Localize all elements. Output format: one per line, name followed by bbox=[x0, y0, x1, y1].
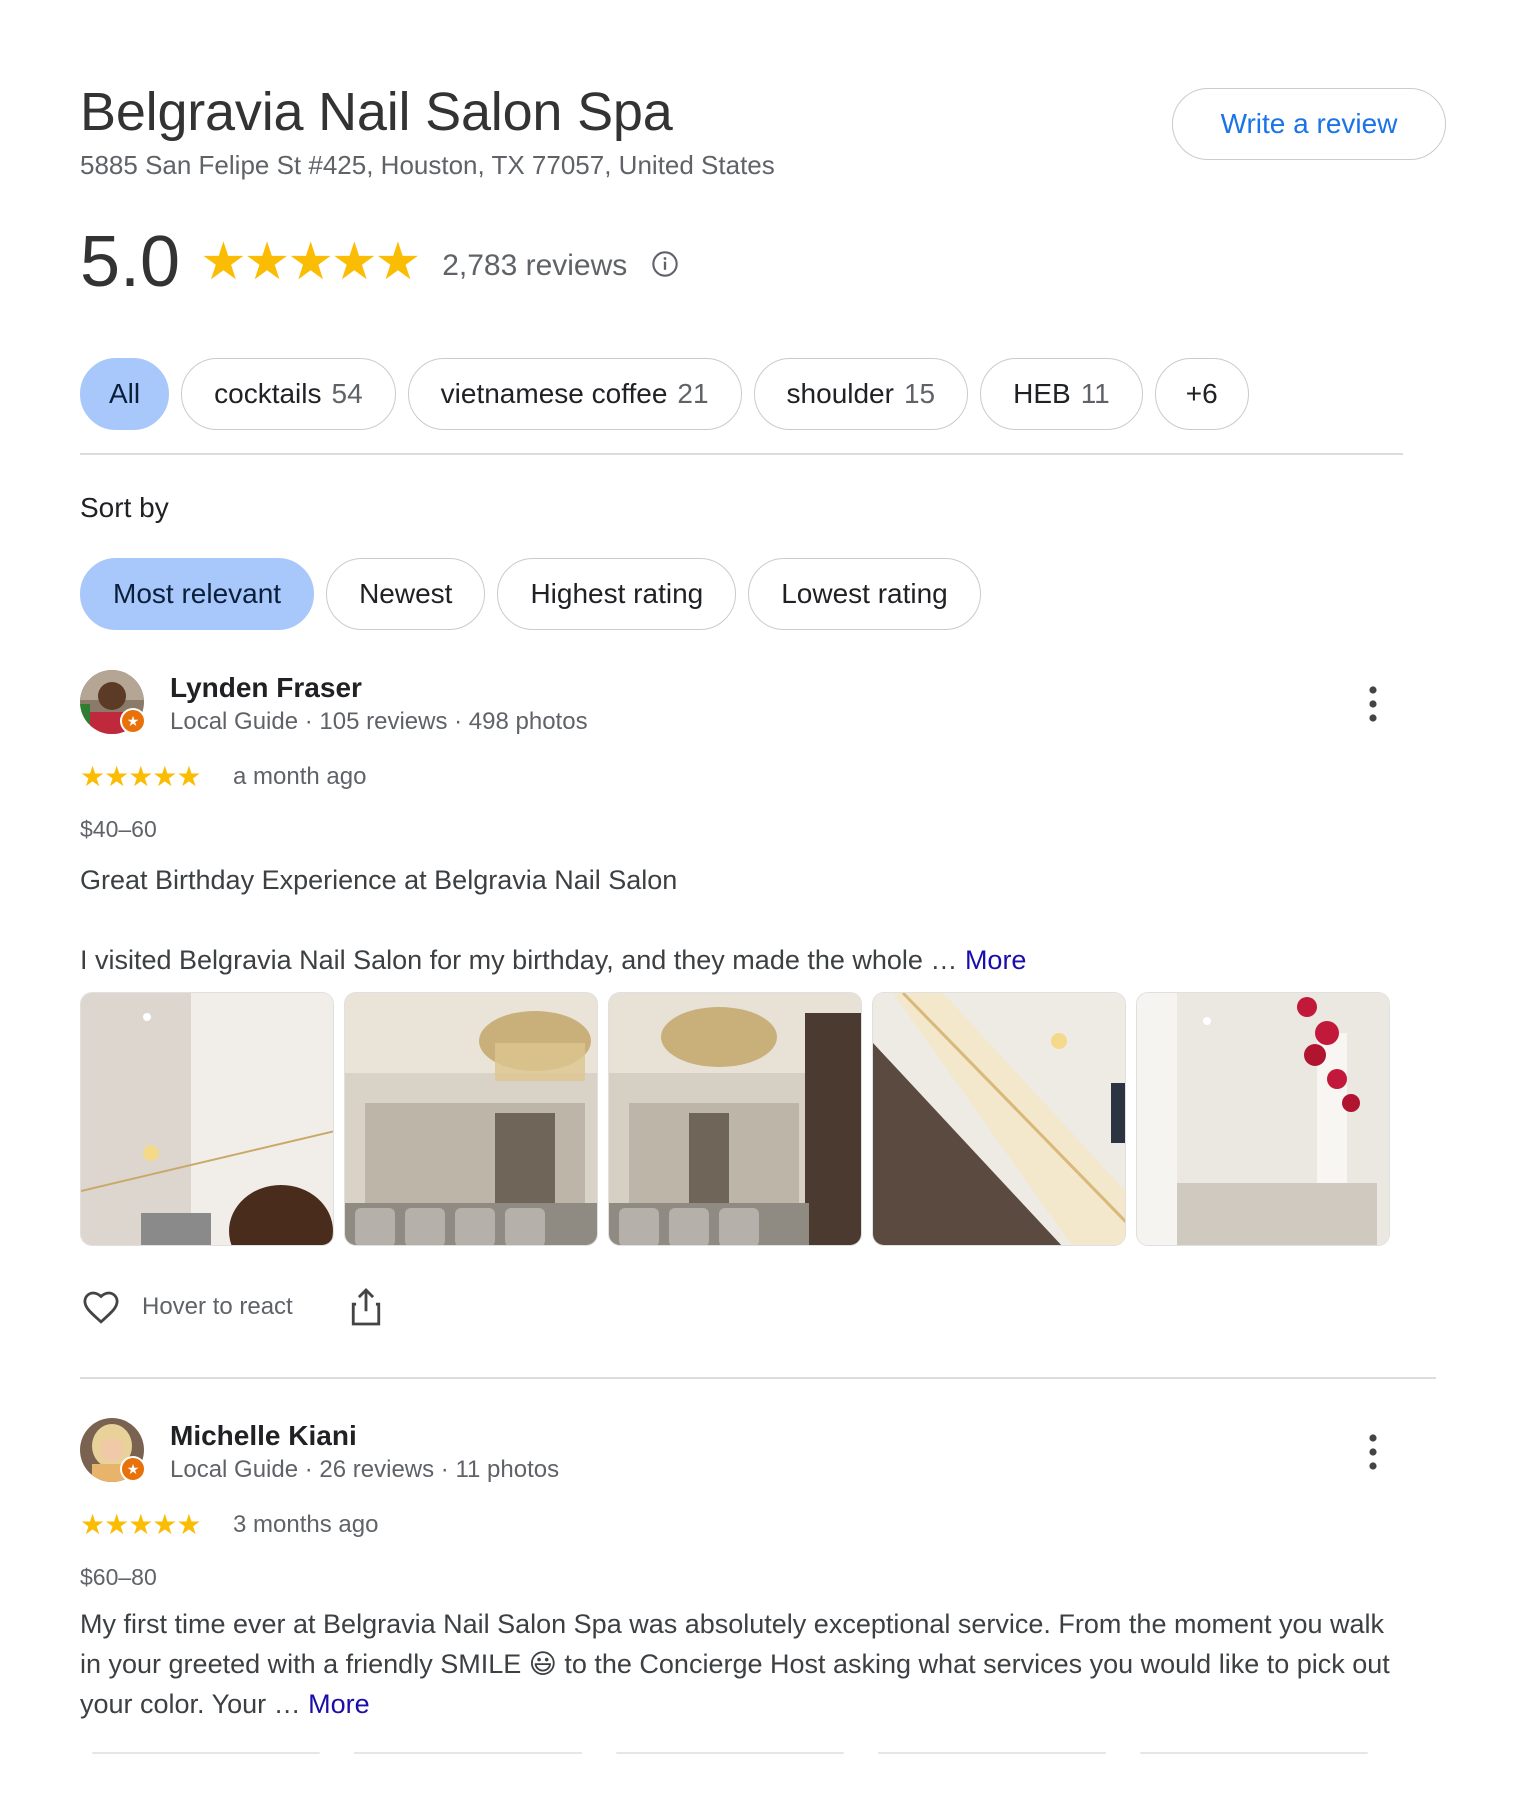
review-photo[interactable] bbox=[344, 992, 598, 1246]
topic-chip-label: cocktails bbox=[214, 378, 322, 409]
review-photos bbox=[80, 992, 1390, 1246]
local-guide-badge-icon: ★ bbox=[120, 708, 146, 734]
section-divider bbox=[80, 453, 1403, 455]
sort-newest[interactable]: Newest bbox=[326, 558, 486, 630]
review-photo[interactable] bbox=[872, 992, 1126, 1246]
review-text: My first time ever at Belgravia Nail Sal… bbox=[80, 1604, 1410, 1724]
review-item: ★ Michelle Kiani Local Guide · 26 review… bbox=[80, 1418, 1450, 1758]
rating-score: 5.0 bbox=[80, 222, 181, 302]
sort-chips: Most relevant Newest Highest rating Lowe… bbox=[80, 558, 981, 630]
topic-chip-count: 15 bbox=[903, 378, 936, 409]
topic-chips: All cocktails 54 vietnamese coffee 21 sh… bbox=[80, 358, 1249, 430]
local-guide-badge-icon: ★ bbox=[120, 1456, 146, 1482]
more-link[interactable]: More bbox=[308, 1689, 370, 1719]
topic-chip-count: 21 bbox=[677, 378, 709, 409]
share-icon[interactable] bbox=[349, 1287, 383, 1327]
rating-summary: 5.0 ★★★★★ 2,783 reviews bbox=[80, 222, 679, 302]
photo-edge bbox=[354, 1752, 582, 1754]
topic-chip-shoulder[interactable]: shoulder 15 bbox=[753, 358, 969, 430]
avatar[interactable]: ★ bbox=[80, 1418, 146, 1482]
topic-chip-cocktails[interactable]: cocktails 54 bbox=[181, 358, 396, 430]
photo-edge bbox=[616, 1752, 844, 1754]
review-stars: ★★★★★ bbox=[80, 1509, 202, 1540]
photo-edge bbox=[92, 1752, 320, 1754]
heart-icon[interactable] bbox=[80, 1286, 122, 1328]
react-label: Hover to react bbox=[142, 1293, 293, 1320]
review-stars: ★★★★★ bbox=[80, 761, 202, 792]
review-body: I visited Belgravia Nail Salon for my bi… bbox=[80, 945, 965, 975]
reviewer-name[interactable]: Michelle Kiani bbox=[170, 1420, 357, 1452]
review-time: 3 months ago bbox=[233, 1511, 379, 1538]
topic-chip-all[interactable]: All bbox=[80, 358, 170, 430]
info-icon[interactable] bbox=[651, 250, 679, 278]
review-price: $40–60 bbox=[80, 816, 157, 842]
review-count: 2,783 reviews bbox=[442, 249, 628, 282]
topic-chip-count: 11 bbox=[1080, 378, 1110, 409]
topic-chip-label: HEB bbox=[1013, 378, 1071, 409]
sort-most-relevant[interactable]: Most relevant bbox=[80, 558, 315, 630]
svg-text:★: ★ bbox=[127, 1462, 140, 1478]
review-photo[interactable] bbox=[1136, 992, 1390, 1246]
next-photos-preview bbox=[92, 1752, 1368, 1754]
review-photo[interactable] bbox=[608, 992, 862, 1246]
topic-chip-vietnamese-coffee[interactable]: vietnamese coffee 21 bbox=[407, 358, 742, 430]
topic-chip-label: vietnamese coffee bbox=[440, 378, 668, 409]
review-title-text: Great Birthday Experience at Belgravia N… bbox=[80, 865, 678, 895]
place-title: Belgravia Nail Salon Spa bbox=[80, 82, 673, 142]
avatar[interactable]: ★ bbox=[80, 670, 146, 734]
topic-chip-more[interactable]: +6 bbox=[1154, 358, 1249, 430]
topic-chip-heb[interactable]: HEB 11 bbox=[980, 358, 1143, 430]
place-header: Belgravia Nail Salon Spa 5885 San Felipe… bbox=[80, 0, 1450, 210]
photo-edge bbox=[878, 1752, 1106, 1754]
reviews-page: Belgravia Nail Salon Spa 5885 San Felipe… bbox=[80, 0, 1450, 1754]
photo-edge bbox=[1140, 1752, 1368, 1754]
rating-stars: ★★★★★ bbox=[200, 233, 421, 291]
review-photo[interactable] bbox=[80, 992, 334, 1246]
topic-chip-label: shoulder bbox=[786, 378, 894, 409]
sort-lowest-rating[interactable]: Lowest rating bbox=[748, 558, 981, 630]
reviewer-name[interactable]: Lynden Fraser bbox=[170, 672, 362, 704]
more-vert-icon[interactable] bbox=[1366, 1432, 1380, 1472]
review-actions: Hover to react bbox=[80, 1286, 383, 1328]
reviewer-meta: Local Guide · 105 reviews · 498 photos bbox=[170, 708, 588, 735]
topic-chip-label: +6 bbox=[1185, 378, 1218, 409]
topic-chip-label: All bbox=[109, 378, 141, 409]
review-body: My first time ever at Belgravia Nail Sal… bbox=[80, 1609, 1390, 1719]
sort-by-label: Sort by bbox=[80, 492, 169, 523]
review-time: a month ago bbox=[233, 763, 367, 790]
more-link[interactable]: More bbox=[965, 945, 1027, 975]
topic-chip-count: 54 bbox=[331, 378, 363, 409]
reviewer-meta: Local Guide · 26 reviews · 11 photos bbox=[170, 1456, 560, 1483]
more-vert-icon[interactable] bbox=[1366, 684, 1380, 724]
review-item: ★ Lynden Fraser Local Guide · 105 review… bbox=[80, 670, 1450, 1370]
svg-text:★: ★ bbox=[127, 714, 140, 730]
review-text: I visited Belgravia Nail Salon for my bi… bbox=[80, 940, 1410, 980]
sort-highest-rating[interactable]: Highest rating bbox=[497, 558, 737, 630]
review-divider bbox=[80, 1377, 1436, 1379]
write-review-button[interactable]: Write a review bbox=[1172, 88, 1446, 160]
review-price: $60–80 bbox=[80, 1564, 157, 1590]
place-address: 5885 San Felipe St #425, Houston, TX 770… bbox=[80, 150, 775, 180]
